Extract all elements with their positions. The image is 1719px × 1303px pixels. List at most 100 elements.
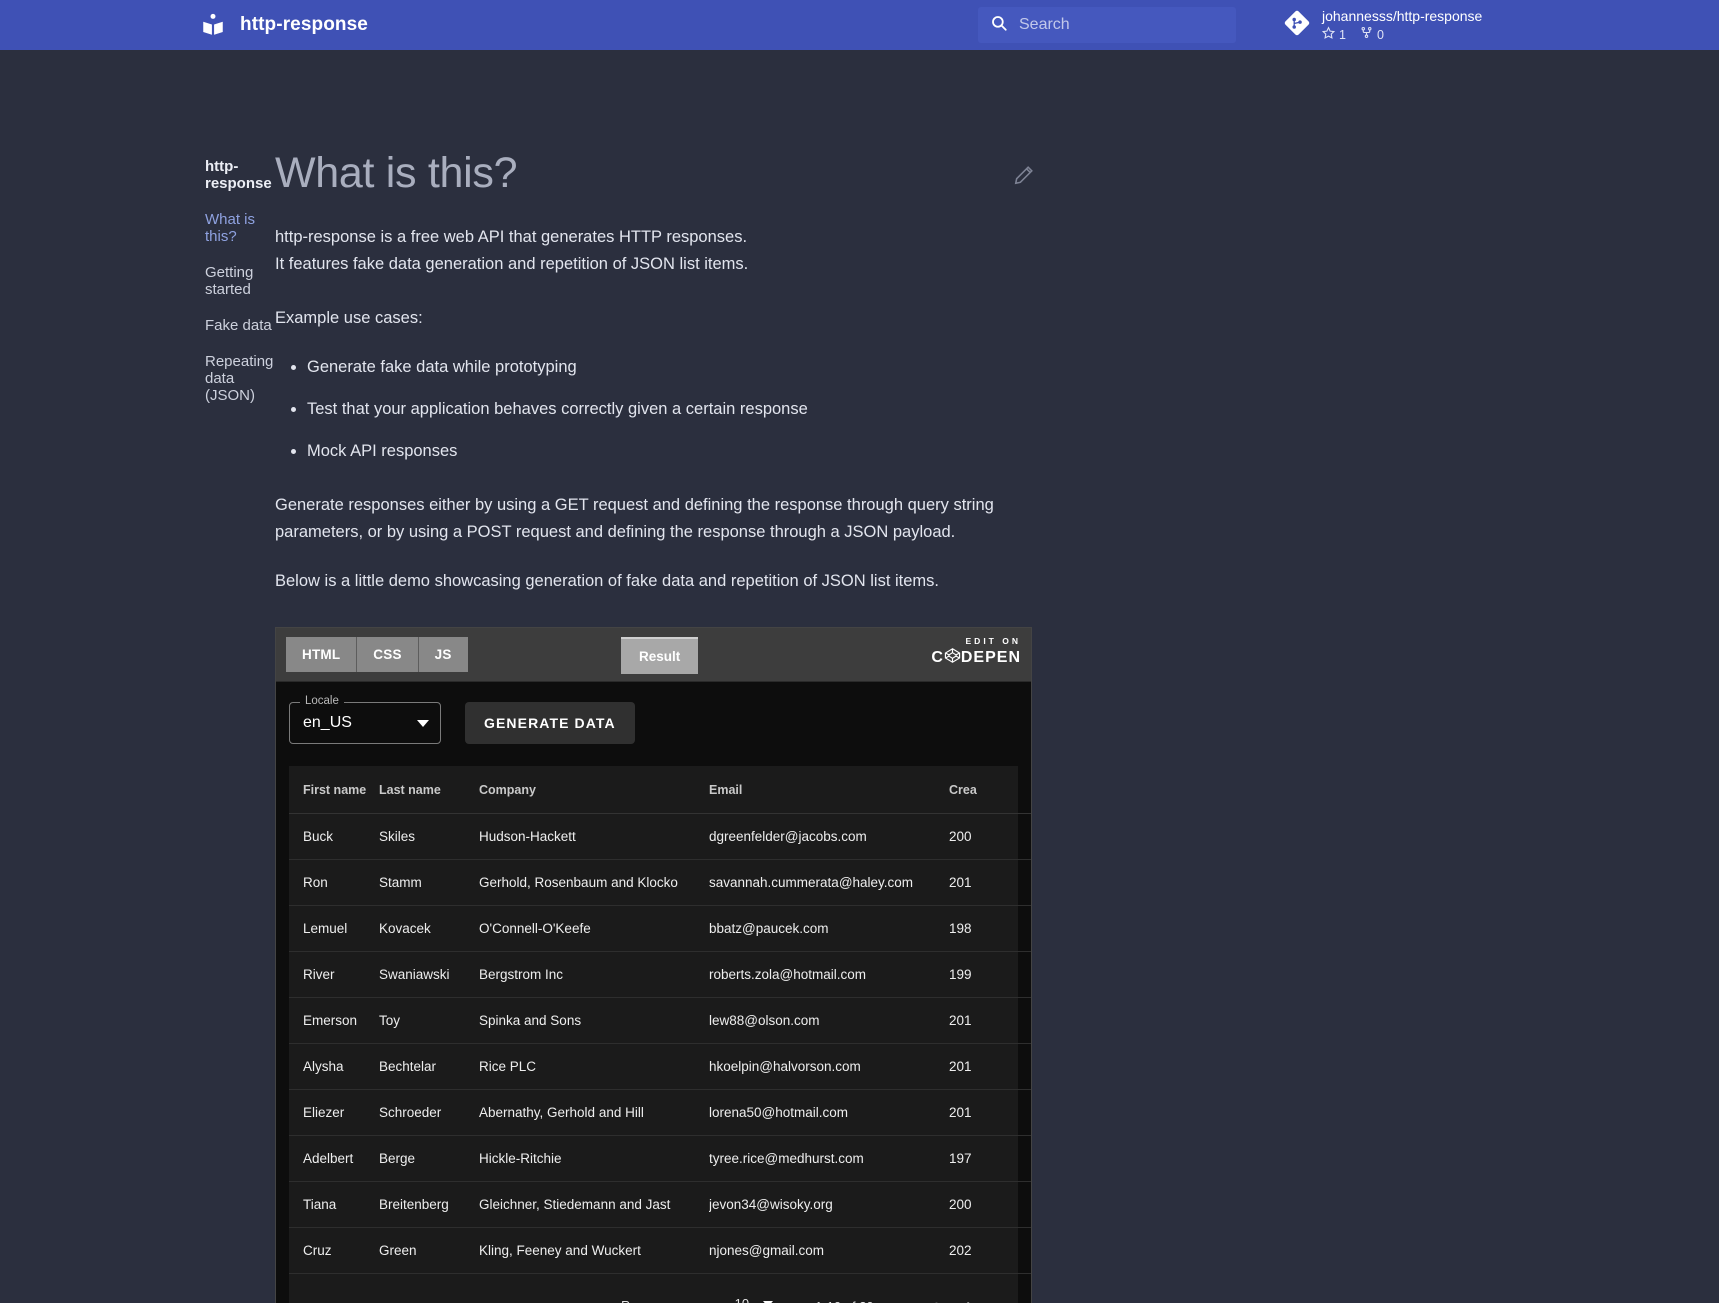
table-row: Buck Skiles Hudson-Hackett dgreenfelder@… <box>289 813 1031 861</box>
pagination-range: 1-10 of 20 <box>815 1299 874 1303</box>
cell-last-name: Green <box>379 1227 479 1275</box>
rows-per-page-label: Rows per page: <box>621 1299 709 1303</box>
use-cases-list: Generate fake data while prototyping Tes… <box>275 354 1035 465</box>
brand-title: http-response <box>240 14 368 35</box>
book-logo-icon <box>200 12 226 38</box>
star-icon <box>1321 26 1336 43</box>
search-box[interactable] <box>978 7 1236 43</box>
column-header-email[interactable]: Email <box>709 766 949 815</box>
cell-created: 201 <box>949 997 1031 1045</box>
table-row: River Swaniawski Bergstrom Inc roberts.z… <box>289 951 1031 999</box>
search-input[interactable] <box>1019 16 1224 34</box>
cell-created: 201 <box>949 859 1031 907</box>
cell-last-name: Skiles <box>379 813 479 861</box>
generate-paragraph: Generate responses either by using a GET… <box>275 496 994 542</box>
cell-email: jevon34@wisoky.org <box>709 1181 949 1229</box>
page-title: What is this? <box>275 149 518 197</box>
tab-result[interactable]: Result <box>621 637 699 675</box>
repo-stars-count: 1 <box>1339 27 1346 42</box>
top-navigation-bar: http-response johannesss/http-response <box>0 0 1719 50</box>
table-row: Adelbert Berge Hickle-Ritchie tyree.rice… <box>289 1135 1031 1183</box>
column-header-created[interactable]: Crea <box>949 766 1031 815</box>
cell-last-name: Breitenberg <box>379 1181 479 1229</box>
sidebar-title: http-response <box>205 158 272 192</box>
main-content: What is this? http-response is a free we… <box>275 50 1035 1303</box>
cell-first-name: Tiana <box>289 1181 379 1229</box>
cell-last-name: Toy <box>379 997 479 1045</box>
search-icon <box>990 14 1008 37</box>
table-row: Ron Stamm Gerhold, Rosenbaum and Klocko … <box>289 859 1031 907</box>
sidebar-item-repeating-data[interactable]: Repeating data (JSON) <box>205 353 275 404</box>
cell-company: Abernathy, Gerhold and Hill <box>479 1089 709 1137</box>
repo-stats: 1 0 <box>1321 26 1482 43</box>
cell-email: savannah.cummerata@haley.com <box>709 859 949 907</box>
codepen-result-pane: Locale en_US GENERATE DATA First name La… <box>276 682 1031 1303</box>
table-row: Cruz Green Kling, Feeney and Wuckert njo… <box>289 1227 1031 1275</box>
chevron-right-icon[interactable]: › <box>952 1296 987 1303</box>
sidebar-item-what-is-this[interactable]: What is this? <box>205 211 275 245</box>
cell-company: Bergstrom Inc <box>479 951 709 999</box>
fake-data-table: First name Last name Company Email Crea … <box>289 766 1031 1275</box>
sidebar-item-getting-started[interactable]: Getting started <box>205 264 275 298</box>
cell-first-name: Adelbert <box>289 1135 379 1183</box>
fake-data-table-container: First name Last name Company Email Crea … <box>289 766 1031 1303</box>
intro-line-2: It features fake data generation and rep… <box>275 255 749 274</box>
cell-email: lew88@olson.com <box>709 997 949 1045</box>
cell-company: O'Connell-O'Keefe <box>479 905 709 953</box>
cell-first-name: Ron <box>289 859 379 907</box>
chevron-left-icon[interactable]: ‹ <box>918 1296 953 1303</box>
cell-company: Hickle-Ritchie <box>479 1135 709 1183</box>
page-body: http-response What is this? Getting star… <box>0 50 1719 1303</box>
codepen-tab-group: HTML CSS JS <box>286 637 468 673</box>
tab-js[interactable]: JS <box>418 637 468 673</box>
cell-created: 200 <box>949 1181 1031 1229</box>
locale-label: Locale <box>300 695 344 708</box>
table-row: Emerson Toy Spinka and Sons lew88@olson.… <box>289 997 1031 1045</box>
cell-email: hkoelpin@halvorson.com <box>709 1043 949 1091</box>
repo-forks-count: 0 <box>1376 27 1384 42</box>
generate-data-button[interactable]: GENERATE DATA <box>465 702 635 745</box>
cell-company: Gleichner, Stiedemann and Jast <box>479 1181 709 1229</box>
sidebar-item-fake-data[interactable]: Fake data <box>205 317 275 334</box>
cell-first-name: Cruz <box>289 1227 379 1275</box>
cell-email: lorena50@hotmail.com <box>709 1089 949 1137</box>
tab-html[interactable]: HTML <box>286 637 358 673</box>
intro-line-1: http-response is a free web API that gen… <box>275 228 748 247</box>
cell-first-name: Alysha <box>289 1043 379 1091</box>
pencil-icon[interactable] <box>1013 164 1035 191</box>
column-header-first-name[interactable]: First name <box>289 766 379 815</box>
cell-created: 202 <box>949 1227 1031 1275</box>
cell-first-name: Lemuel <box>289 905 379 953</box>
cell-email: njones@gmail.com <box>709 1227 949 1275</box>
codepen-wordmark-left: C <box>931 649 944 667</box>
cell-last-name: Bechtelar <box>379 1043 479 1091</box>
table-body: Buck Skiles Hudson-Hackett dgreenfelder@… <box>289 813 1031 1275</box>
locale-select[interactable]: Locale en_US <box>289 695 441 745</box>
tab-css[interactable]: CSS <box>357 637 419 673</box>
repo-forks: 0 <box>1360 26 1384 43</box>
use-cases-heading: Example use cases: <box>275 309 423 328</box>
cell-first-name: Emerson <box>289 997 379 1045</box>
cell-company: Kling, Feeney and Wuckert <box>479 1227 709 1275</box>
cell-last-name: Kovacek <box>379 905 479 953</box>
repo-info[interactable]: johannesss/http-response 1 0 <box>1283 7 1482 43</box>
table-header-row: First name Last name Company Email Crea <box>289 766 1031 815</box>
cell-created: 200 <box>949 813 1031 861</box>
list-item: Generate fake data while prototyping <box>307 354 1035 381</box>
rows-per-page-select[interactable]: 10 <box>731 1296 777 1303</box>
cell-email: bbatz@paucek.com <box>709 905 949 953</box>
cell-last-name: Berge <box>379 1135 479 1183</box>
codepen-embed: HTML CSS JS Result EDIT ON C DEPEN Local… <box>275 627 1032 1303</box>
brand[interactable]: http-response <box>200 12 368 38</box>
repo-name: johannesss/http-response <box>1322 8 1483 24</box>
cell-company: Spinka and Sons <box>479 997 709 1045</box>
cell-email: dgreenfelder@jacobs.com <box>709 813 949 861</box>
table-row: Lemuel Kovacek O'Connell-O'Keefe bbatz@p… <box>289 905 1031 953</box>
table-row: Alysha Bechtelar Rice PLC hkoelpin@halvo… <box>289 1043 1031 1091</box>
edit-on-codepen-link[interactable]: EDIT ON C DEPEN <box>931 636 1021 669</box>
column-header-last-name[interactable]: Last name <box>379 766 479 815</box>
codepen-wordmark: C DEPEN <box>931 647 1021 669</box>
codepen-toolbar: HTML CSS JS Result EDIT ON C DEPEN <box>276 628 1031 683</box>
cell-company: Rice PLC <box>479 1043 709 1091</box>
column-header-company[interactable]: Company <box>479 766 709 815</box>
